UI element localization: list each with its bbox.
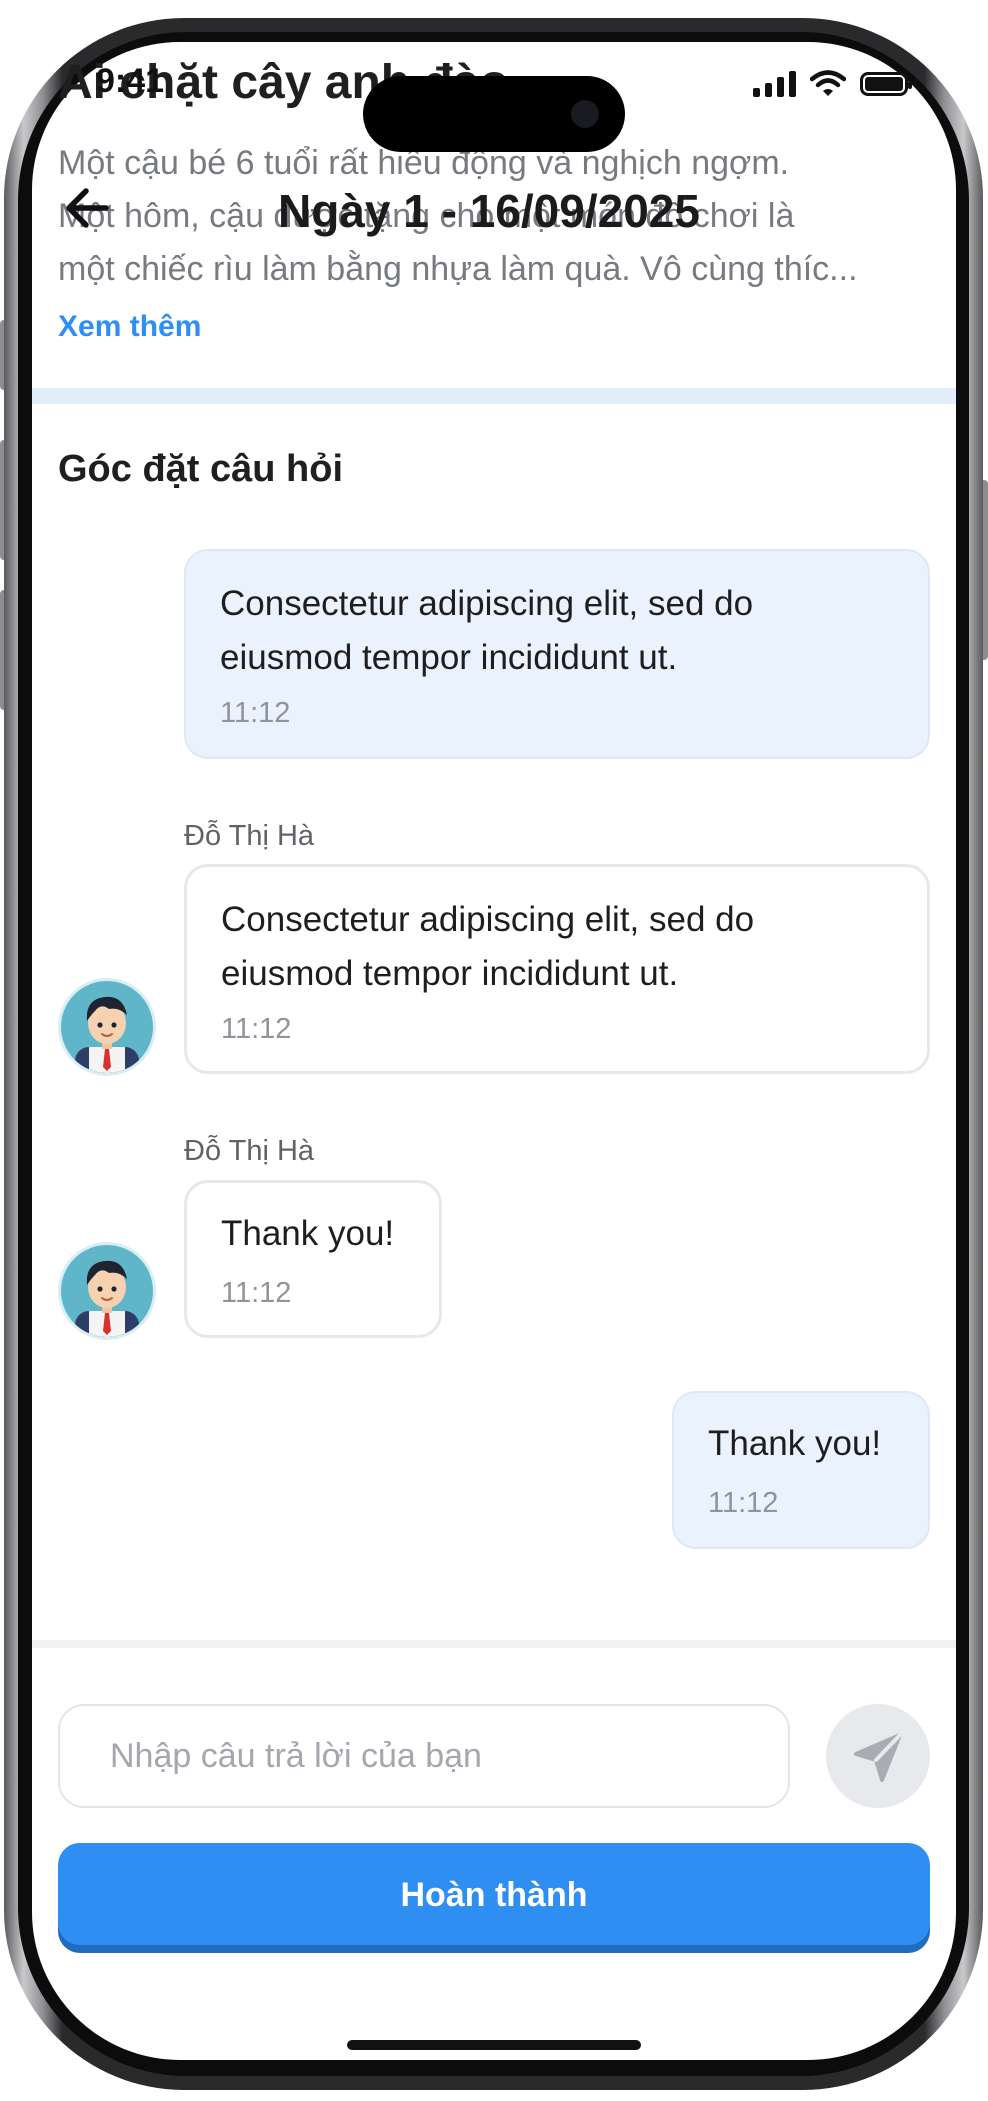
complete-button[interactable]: Hoàn thành [58, 1843, 930, 1945]
message-time: 11:12 [221, 1277, 292, 1309]
status-time: 9:41 [96, 62, 165, 100]
message-bubble-other: Consectetur adipiscing elit, sed do eius… [184, 864, 930, 1074]
message-time: 11:12 [220, 697, 291, 729]
boy-avatar-icon [75, 1260, 139, 1337]
dynamic-island [363, 76, 625, 152]
back-button[interactable] [62, 183, 112, 233]
section-divider [32, 388, 956, 404]
sender-name: Đỗ Thị Hà [184, 820, 315, 852]
battery-icon [860, 72, 912, 96]
message-text: Consectetur adipiscing elit, sed do eius… [221, 900, 755, 993]
story-line: một chiếc rìu làm bằng nhựa làm quà. Vô … [58, 250, 858, 288]
boy-avatar-icon [75, 996, 139, 1073]
sender-name: Đỗ Thị Hà [184, 1135, 315, 1167]
cellular-signal-icon [753, 71, 796, 97]
message-bubble-mine: Consectetur adipiscing elit, sed do eius… [184, 549, 930, 759]
send-icon [854, 1733, 902, 1782]
message-time: 11:12 [221, 1013, 292, 1045]
message-time: 11:12 [708, 1487, 779, 1519]
avatar [58, 1242, 156, 1340]
message-text: Thank you! [221, 1214, 395, 1253]
message-bubble-mine: Thank you! 11:12 [672, 1391, 930, 1549]
answer-input[interactable] [58, 1704, 790, 1808]
message-bubble-other: Thank you! 11:12 [184, 1180, 442, 1338]
arrow-left-icon [66, 188, 109, 228]
page-title: Ngày 1 - 16/09/2025 [278, 185, 700, 237]
composer-divider [32, 1640, 956, 1648]
message-text: Consectetur adipiscing elit, sed do eius… [220, 584, 754, 677]
avatar [58, 978, 156, 1076]
section-title: Góc đặt câu hỏi [58, 448, 344, 490]
home-indicator[interactable] [347, 2040, 641, 2050]
see-more-link[interactable]: Xem thêm [58, 310, 201, 344]
message-text: Thank you! [708, 1424, 882, 1463]
status-icons [753, 70, 912, 98]
wifi-icon [810, 70, 846, 96]
send-button[interactable] [826, 1704, 930, 1808]
